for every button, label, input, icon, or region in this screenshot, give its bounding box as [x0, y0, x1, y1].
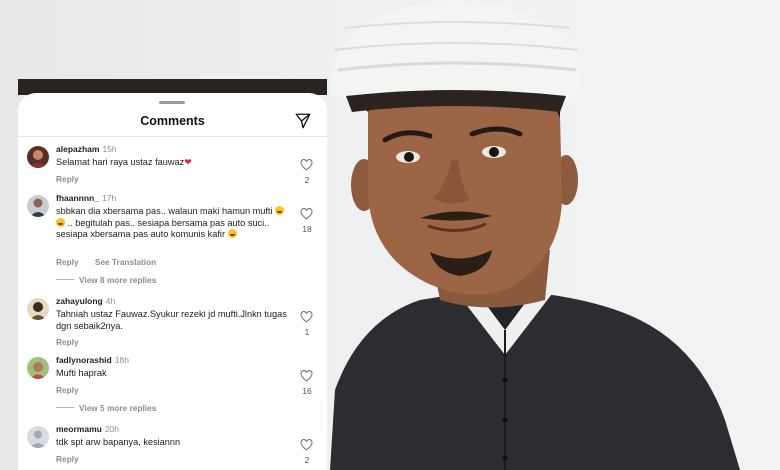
- avatar[interactable]: [27, 298, 49, 320]
- heart-outline-icon[interactable]: [300, 208, 313, 220]
- heart-outline-icon[interactable]: [300, 370, 313, 382]
- view-replies-button[interactable]: View 5 more replies: [56, 403, 156, 413]
- view-replies-button[interactable]: View 8 more replies: [56, 275, 156, 285]
- paper-plane-icon[interactable]: [294, 112, 312, 130]
- comment-username[interactable]: meormamu 20h: [56, 424, 119, 434]
- comment-username[interactable]: fadlynorashid 18h: [56, 355, 129, 365]
- heart-outline-icon[interactable]: [300, 439, 313, 451]
- reply-button[interactable]: Reply: [56, 337, 79, 347]
- like-count: 2: [304, 175, 310, 185]
- reply-button[interactable]: Reply: [56, 454, 79, 464]
- drag-handle[interactable]: [159, 101, 185, 104]
- avatar[interactable]: [27, 146, 49, 168]
- laughing-emoji: [275, 206, 285, 215]
- laughing-emoji: [56, 217, 65, 227]
- reply-row: Reply: [56, 337, 93, 347]
- comment-text: Selamat hari raya ustaz fauwaz❤: [56, 157, 192, 167]
- reply-row: Reply: [56, 174, 93, 184]
- like-count: 16: [302, 386, 312, 396]
- comment-username[interactable]: zahayulong 4h: [56, 296, 115, 306]
- portrait-photo: [330, 0, 740, 470]
- divider: [18, 136, 327, 137]
- comments-sheet: Comments alepazham 15h Selamat hari raya …: [18, 93, 327, 470]
- comment-text: sbbkan dia xbersama pas.. walaun maki ha…: [56, 206, 288, 241]
- reply-button[interactable]: Reply: [56, 174, 79, 184]
- sheet-title: Comments: [140, 114, 205, 128]
- reply-row: Reply: [56, 454, 93, 464]
- like-count: 1: [304, 327, 310, 337]
- avatar[interactable]: [27, 426, 49, 448]
- comment-text: tdk spt arw bapanya, kesiannn: [56, 437, 181, 447]
- comment-username[interactable]: alepazham 15h: [56, 144, 117, 154]
- see-translation-button[interactable]: See Translation: [95, 257, 156, 267]
- heart-outline-icon[interactable]: [300, 159, 313, 171]
- red-heart-emoji: ❤: [184, 157, 192, 167]
- avatar[interactable]: [27, 195, 49, 217]
- heart-outline-icon[interactable]: [300, 311, 313, 323]
- reply-button[interactable]: Reply: [56, 257, 79, 267]
- comment-text: Tahniah ustaz Fauwaz.Syukur rezeki jd mu…: [56, 309, 287, 331]
- avatar[interactable]: [27, 357, 49, 379]
- reply-button[interactable]: Reply: [56, 385, 79, 395]
- comment-text: Mufti haprak: [56, 368, 107, 378]
- like-count: 18: [302, 224, 312, 234]
- comment-username[interactable]: fhaannnn_ 17h: [56, 193, 116, 203]
- reply-row: Reply: [56, 385, 93, 395]
- laughing-emoji: [227, 229, 237, 238]
- reply-row: Reply See Translation: [56, 257, 170, 267]
- like-count: 2: [304, 455, 310, 465]
